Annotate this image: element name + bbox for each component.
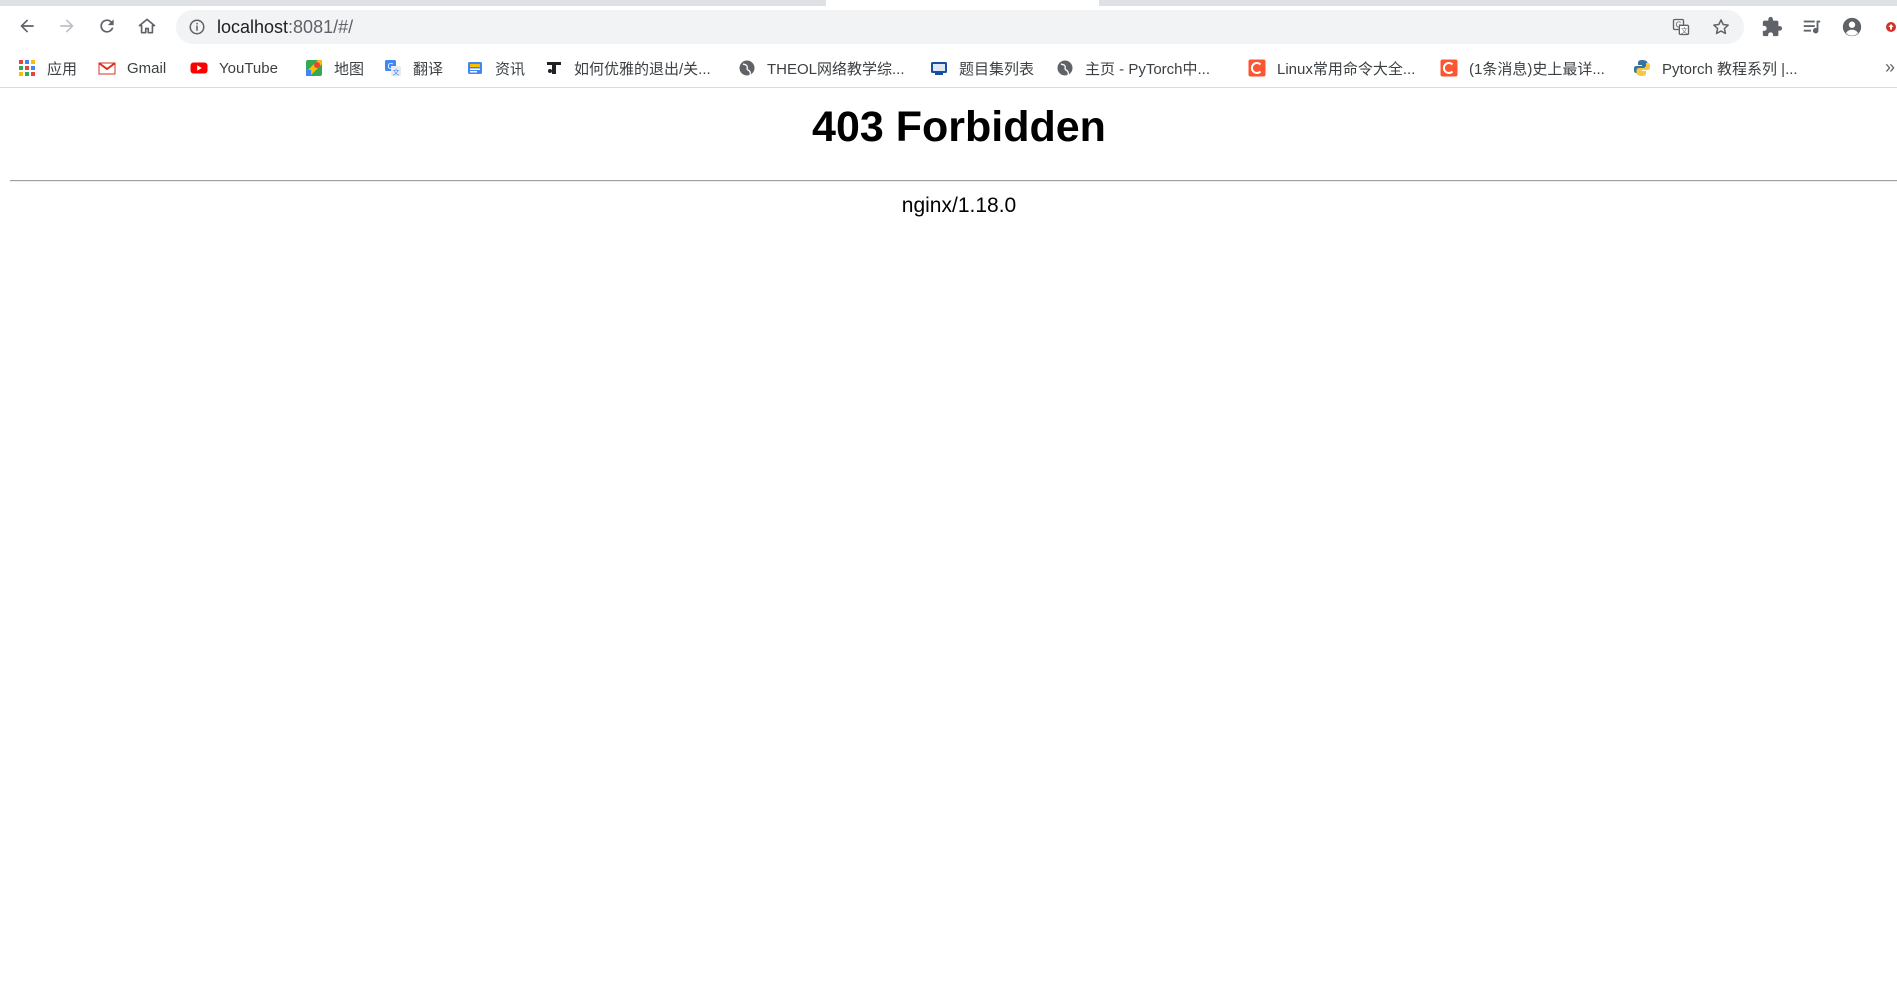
address-bar[interactable]: localhost:8081/#/ G文 (176, 10, 1744, 44)
page-title: 403 Forbidden (812, 103, 1106, 151)
gmail-icon (98, 59, 116, 77)
arrow-left-icon (20, 19, 34, 33)
bookmark-csdn-post[interactable]: (1条消息)史上最详... (1440, 57, 1605, 79)
more-bookmarks-button[interactable]: » (1885, 57, 1895, 78)
home-button[interactable] (130, 9, 164, 43)
python-icon (1633, 59, 1651, 77)
bookmark-label: Pytorch 教程系列 |... (1662, 60, 1798, 78)
news-icon (466, 59, 484, 77)
bookmark-translate[interactable]: G文 翻译 (384, 57, 443, 79)
bookmark-pytorch-home[interactable]: 主页 - PyTorch中... (1056, 57, 1210, 79)
bookmark-star-button[interactable] (1706, 14, 1736, 40)
extensions-button[interactable] (1757, 12, 1787, 42)
browser-toolbar: localhost:8081/#/ G文 (0, 6, 1897, 48)
apps-grid-icon (18, 59, 36, 77)
update-menu-button[interactable] (1877, 12, 1897, 42)
bookmarks-bar: 应用 Gmail YouTube 地图 G文 翻译 资讯 如何优雅的退出/关..… (0, 48, 1897, 88)
translate-page-button[interactable]: G文 (1666, 14, 1696, 40)
bookmark-label: 应用 (47, 60, 78, 78)
bookmark-problem-list[interactable]: 题目集列表 (930, 57, 1034, 79)
bookmark-label: THEOL网络教学综... (767, 60, 905, 78)
server-signature: nginx/1.18.0 (901, 194, 1017, 217)
url-host: localhost (217, 17, 289, 37)
bookmark-maps[interactable]: 地图 (305, 57, 364, 79)
site-icon (930, 59, 948, 77)
update-alert-icon (1886, 22, 1896, 32)
playlist-icon (1803, 20, 1821, 34)
bookmark-label: (1条消息)史上最详... (1469, 60, 1605, 78)
svg-text:文: 文 (1681, 26, 1688, 35)
arrow-right-icon (60, 19, 74, 33)
profile-button[interactable] (1837, 12, 1867, 42)
bookmark-youtube[interactable]: YouTube (190, 57, 278, 79)
bookmark-label: 如何优雅的退出/关... (574, 60, 711, 78)
bookmark-label: Gmail (127, 59, 167, 77)
url-text[interactable]: localhost:8081/#/ (217, 17, 353, 38)
bookmark-label: 题目集列表 (959, 60, 1035, 78)
bookmark-label: Linux常用命令大全... (1277, 60, 1416, 78)
account-circle-icon (1842, 17, 1862, 37)
maps-icon (305, 59, 323, 77)
forward-button[interactable] (50, 9, 84, 43)
bookmark-apps[interactable]: 应用 (18, 57, 77, 79)
globe-icon (738, 59, 756, 77)
bookmark-pytorch-tutorial[interactable]: Pytorch 教程系列 |... (1633, 57, 1798, 79)
back-button[interactable] (10, 9, 44, 43)
media-control-button[interactable] (1797, 12, 1827, 42)
youtube-icon (190, 59, 208, 77)
bookmark-theol[interactable]: THEOL网络教学综... (738, 57, 905, 79)
bookmark-news[interactable]: 资讯 (466, 57, 525, 79)
bookmark-gmail[interactable]: Gmail (98, 57, 166, 79)
bookmark-label: YouTube (219, 59, 278, 77)
globe-icon (1056, 59, 1074, 77)
translate-icon: G文 (1672, 18, 1690, 36)
bookmark-exit-article[interactable]: 如何优雅的退出/关... (545, 57, 711, 79)
bookmark-linux-commands[interactable]: Linux常用命令大全... (1248, 57, 1415, 79)
puzzle-icon (1762, 16, 1783, 37)
svg-text:文: 文 (393, 68, 400, 77)
info-icon[interactable] (188, 18, 206, 36)
star-icon (1713, 19, 1729, 35)
url-path: :8081/#/ (288, 17, 354, 37)
bookmark-label: 翻译 (413, 60, 444, 78)
bookmark-label: 地图 (334, 60, 365, 78)
site-icon (545, 59, 563, 77)
csdn-icon (1440, 59, 1458, 77)
bookmark-label: 主页 - PyTorch中... (1085, 60, 1211, 78)
page-content: 403 Forbidden nginx/1.18.0 (0, 89, 1897, 993)
csdn-icon (1248, 59, 1266, 77)
bookmark-label: 资讯 (495, 60, 526, 78)
reload-icon (100, 19, 114, 33)
home-icon (138, 18, 156, 34)
translate-icon: G文 (384, 59, 402, 77)
reload-button[interactable] (90, 9, 124, 43)
divider (10, 180, 1897, 182)
